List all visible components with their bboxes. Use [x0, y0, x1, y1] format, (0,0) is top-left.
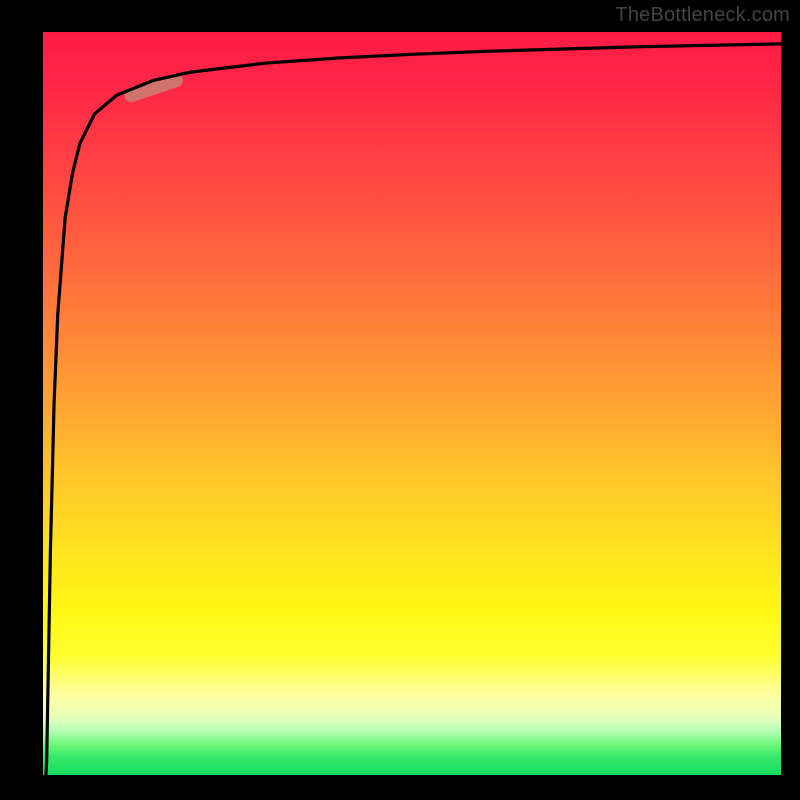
plot-gradient-area — [43, 32, 781, 775]
chart-root: TheBottleneck.com — [0, 0, 800, 800]
watermark-text: TheBottleneck.com — [615, 4, 790, 27]
